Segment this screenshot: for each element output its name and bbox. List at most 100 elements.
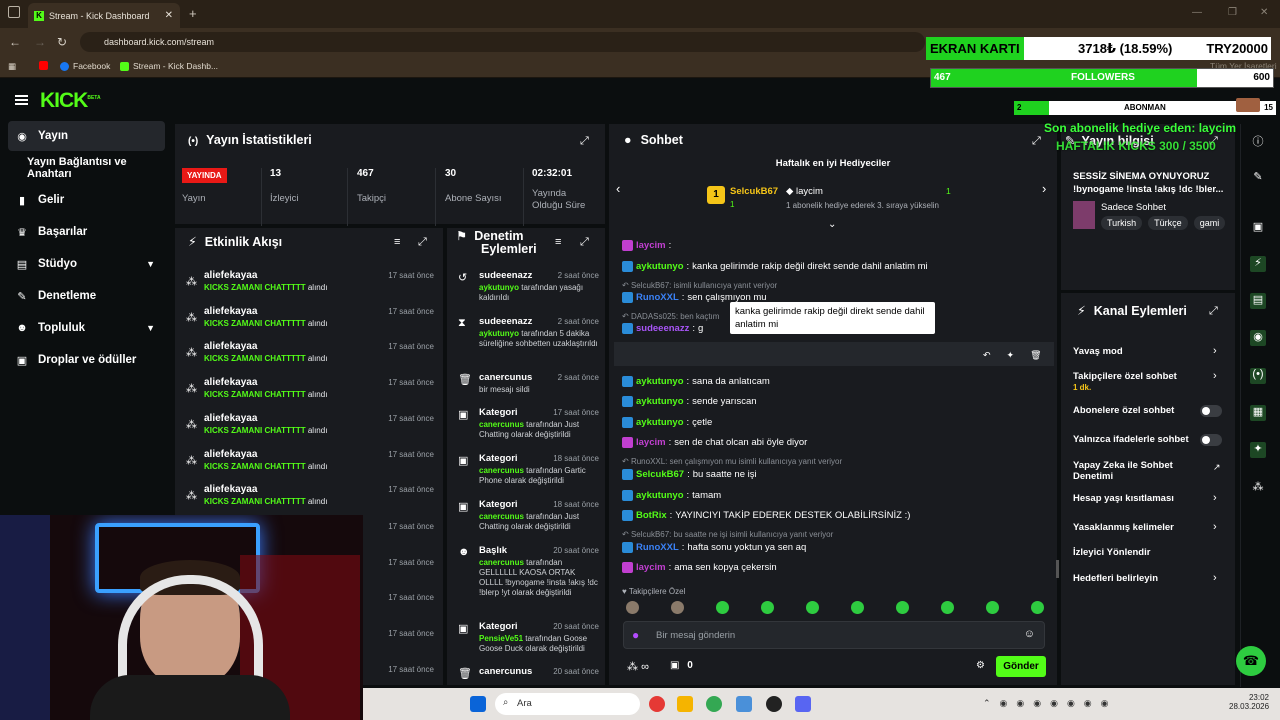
edit-icon[interactable]: ✎	[1250, 170, 1266, 186]
send-button[interactable]: Gönder	[996, 656, 1046, 677]
category-name[interactable]: Sadece Sohbet	[1101, 202, 1166, 213]
emote-icon[interactable]	[626, 601, 639, 614]
sidebar-item-basarilar[interactable]: ♛ Başarılar	[8, 217, 165, 247]
broadcast-icon[interactable]: (•)	[1250, 368, 1266, 384]
activity-item[interactable]: ⁂ aliefekayaa KICKS ZAMANI CHATTTTT alın…	[184, 449, 434, 481]
chat-username[interactable]: laycim	[636, 240, 666, 251]
emote-icon[interactable]	[671, 601, 684, 614]
chat-username[interactable]: RunoXXL	[636, 292, 679, 303]
users-icon[interactable]: ⁂	[1250, 480, 1266, 496]
chevron-right-icon[interactable]: ›	[1213, 572, 1217, 584]
apps-icon[interactable]: ▦	[8, 61, 16, 72]
chat-message[interactable]: laycim:	[622, 240, 674, 251]
chat-message[interactable]: aykutunyo: sana da anlatıcam	[622, 376, 770, 387]
chevron-right-icon[interactable]: ›	[1213, 370, 1217, 382]
chat-reply-context[interactable]: ↶ DADASs025: ben kaçtım	[622, 312, 719, 321]
discord-icon[interactable]	[795, 696, 811, 712]
chat-icon[interactable]: ◉	[1250, 330, 1266, 346]
activity-item[interactable]: ⁂ aliefekayaa KICKS ZAMANI CHATTTTT alın…	[184, 413, 434, 445]
gift-button[interactable]: ▣ 0	[670, 660, 693, 671]
chat-message[interactable]: aykutunyo: çetle	[622, 417, 712, 428]
menu-icon[interactable]	[15, 95, 28, 105]
address-bar[interactable]: dashboard.kick.com/stream	[80, 32, 925, 52]
points-button[interactable]: ⁂ ∞	[627, 660, 649, 673]
emote-icon[interactable]	[986, 601, 999, 614]
channel-action-item[interactable]: Yalnızca ifadelerle sohbet	[1073, 434, 1213, 445]
moderation-item[interactable]: ▣ Kategori 17 saat önce canercunus taraf…	[455, 407, 599, 447]
back-icon[interactable]: ←	[9, 35, 21, 49]
chat-message[interactable]: aykutunyo: kanka gelirimde rakip değil d…	[622, 261, 928, 272]
moderation-item[interactable]: ▣ Kategori 18 saat önce canercunus taraf…	[455, 499, 599, 539]
shield-icon[interactable]: ▦	[1250, 405, 1266, 421]
expand-icon[interactable]: ⤢	[580, 135, 589, 148]
tray-icons[interactable]: ⌃◉◉◉◉◉◉◉	[983, 698, 1118, 709]
sidebar-item-studyo[interactable]: ▤ Stüdyo ▼	[8, 249, 165, 279]
chat-reply-context[interactable]: ↶ SelcukB67: isimli kullanıcıya yanıt ve…	[622, 281, 777, 290]
chat-message[interactable]: laycim: sen de chat olcan abi öyle diyor	[622, 437, 807, 448]
chat-message[interactable]: aykutunyo: tamam	[622, 490, 721, 501]
pin-icon[interactable]: ✦	[1007, 350, 1015, 361]
forward-icon[interactable]: →	[34, 35, 46, 49]
moderation-item[interactable]: ↺ sudeeenazz 2 saat önce aykutunyo taraf…	[455, 270, 599, 310]
windows-start-icon[interactable]	[470, 696, 486, 712]
delete-icon[interactable]: 🗑	[1030, 350, 1041, 361]
sidebar-item-denetleme[interactable]: ✎ Denetleme	[8, 281, 165, 311]
expand-icon[interactable]: ⤢	[580, 236, 589, 249]
chat-message[interactable]: sudeeenazz: g	[622, 323, 703, 334]
new-tab-button[interactable]: +	[189, 6, 197, 21]
obs-icon[interactable]	[766, 696, 782, 712]
expand-icon[interactable]: ⤢	[1209, 305, 1218, 318]
chat-username[interactable]: aykutunyo	[636, 417, 684, 428]
emote-icon[interactable]	[941, 601, 954, 614]
channel-action-item[interactable]: Hesap yaşı kısıtlaması	[1073, 493, 1213, 504]
maximize-icon[interactable]: ❐	[1228, 7, 1237, 18]
chat-scrollbar[interactable]	[1056, 560, 1059, 578]
chat-username[interactable]: aykutunyo	[636, 490, 684, 501]
close-window-icon[interactable]: ✕	[1260, 7, 1268, 18]
moderation-item[interactable]: ▣ Kategori 18 saat önce canercunus taraf…	[455, 453, 599, 493]
help-icon[interactable]: ☎	[1236, 646, 1266, 676]
sidebar-item-stream-key[interactable]: Yayın Bağlantısı ve Anahtarı	[8, 153, 165, 183]
channel-action-item[interactable]: Abonelere özel sohbet	[1073, 405, 1213, 416]
activity-item[interactable]: ⁂ aliefekayaa KICKS ZAMANI CHATTTTT alın…	[184, 306, 434, 338]
minimize-icon[interactable]: —	[1192, 7, 1202, 18]
opera-icon[interactable]	[649, 696, 665, 712]
chat-message[interactable]: SelcukB67: bu saatte ne işi	[622, 469, 757, 480]
channel-action-item[interactable]: Yasaklanmış kelimeler	[1073, 522, 1213, 533]
folder-icon[interactable]	[677, 696, 693, 712]
chat-reply-context[interactable]: ↶ RunoXXL: sen çalışmıyon mu isimli kull…	[622, 457, 842, 466]
chat-username[interactable]: laycim	[636, 437, 666, 448]
sidebar-item-droplar[interactable]: ▣ Droplar ve ödüller	[8, 345, 165, 375]
chat-username[interactable]: aykutunyo	[636, 261, 684, 272]
emote-icon[interactable]	[896, 601, 909, 614]
settings-icon[interactable]: ⚙	[976, 660, 985, 671]
mic-icon[interactable]: ●	[632, 628, 639, 642]
channel-action-item[interactable]: Yavaş mod	[1073, 346, 1213, 357]
doc-icon[interactable]: ▤	[1250, 293, 1266, 309]
expand-icon[interactable]: ⤢	[418, 236, 427, 249]
emote-icon[interactable]	[806, 601, 819, 614]
info-icon[interactable]: ⓘ	[1250, 133, 1266, 149]
toggle-switch[interactable]	[1200, 434, 1222, 446]
channel-action-item[interactable]: Takipçilere özel sohbet 1 dk.	[1073, 371, 1213, 393]
moderation-item[interactable]: ☻ Başlık 20 saat önce canercunus tarafın…	[455, 545, 599, 597]
activity-item[interactable]: ⁂ aliefekayaa KICKS ZAMANI CHATTTTT alın…	[184, 377, 434, 409]
expand-icon[interactable]: ⤢	[1032, 135, 1041, 148]
chevron-right-icon[interactable]: ›	[1213, 345, 1217, 357]
filter-icon[interactable]: ≡	[555, 236, 561, 248]
reload-icon[interactable]: ↻	[57, 35, 67, 49]
chat-message[interactable]: aykutunyo: sende yarıscan	[622, 396, 757, 407]
chat-reply-context[interactable]: ↶ SelcukB67: bu saatte ne işi isimli kul…	[622, 530, 833, 539]
reply-icon[interactable]: ↶	[983, 350, 991, 361]
close-tab-icon[interactable]: ✕	[165, 10, 173, 21]
activity-item[interactable]: ⁂ aliefekayaa KICKS ZAMANI CHATTTTT alın…	[184, 484, 434, 516]
activity-item[interactable]: ⁂ aliefekayaa KICKS ZAMANI CHATTTTT alın…	[184, 341, 434, 373]
chat-username[interactable]: SelcukB67	[636, 469, 684, 480]
taskbar-search[interactable]: ⌕ Ara	[495, 693, 640, 715]
emote-icon[interactable]	[716, 601, 729, 614]
emoji-icon[interactable]: ☺	[1024, 628, 1035, 640]
bookmark-kick[interactable]: Stream - Kick Dashb...	[120, 61, 218, 71]
tab-list-icon[interactable]	[8, 6, 20, 18]
browser-tab[interactable]: K Stream - Kick Dashboard ✕	[28, 3, 180, 28]
chat-message[interactable]: laycim: ama sen kopya çekersin	[622, 562, 777, 573]
